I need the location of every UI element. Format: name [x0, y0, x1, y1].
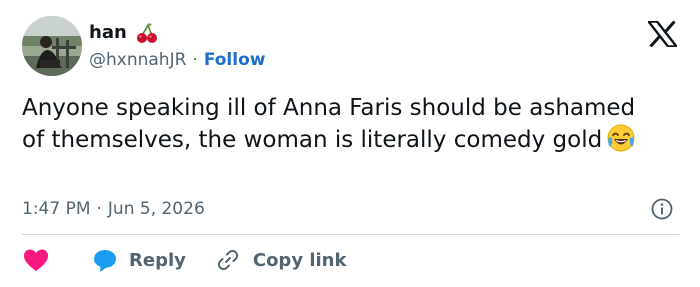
tweet-text: Anyone speaking ill of Anna Faris should… — [22, 93, 662, 155]
action-bar: Reply Copy link — [22, 246, 346, 274]
follow-button[interactable]: Follow — [204, 50, 266, 70]
tweet-body: Anyone speaking ill of Anna Faris should… — [22, 95, 636, 153]
avatar[interactable] — [22, 16, 82, 76]
author-handle-row: @hxnnahJR · Follow — [89, 48, 265, 72]
tweet-date: Jun 5, 2026 — [107, 199, 205, 219]
reply-button[interactable]: Reply — [50, 247, 186, 273]
author-name-row: han — [89, 20, 159, 46]
time-separator: · — [96, 199, 102, 219]
x-logo-icon[interactable] — [648, 21, 677, 47]
divider — [22, 234, 679, 235]
link-icon — [217, 249, 238, 271]
heart-icon — [24, 249, 48, 271]
reply-label: Reply — [129, 249, 186, 271]
info-icon[interactable] — [650, 197, 674, 221]
tweet-card: han @hxnnahJR · Follow Anyone speaking i… — [0, 0, 700, 287]
copy-link-button[interactable]: Copy link — [186, 248, 347, 272]
tweet-time: 1:47 PM — [22, 199, 91, 219]
reply-bubble-icon — [94, 250, 116, 272]
cherries-icon — [135, 21, 159, 45]
face-with-tears-of-joy-icon — [606, 123, 636, 153]
handle-separator: · — [192, 50, 198, 70]
timestamp[interactable]: 1:47 PM · Jun 5, 2026 — [22, 197, 205, 221]
avatar-photo — [22, 16, 82, 76]
like-button[interactable] — [22, 247, 50, 273]
copy-link-label: Copy link — [252, 249, 347, 271]
author-handle[interactable]: @hxnnahJR — [89, 50, 186, 70]
author-name[interactable]: han — [89, 21, 127, 45]
